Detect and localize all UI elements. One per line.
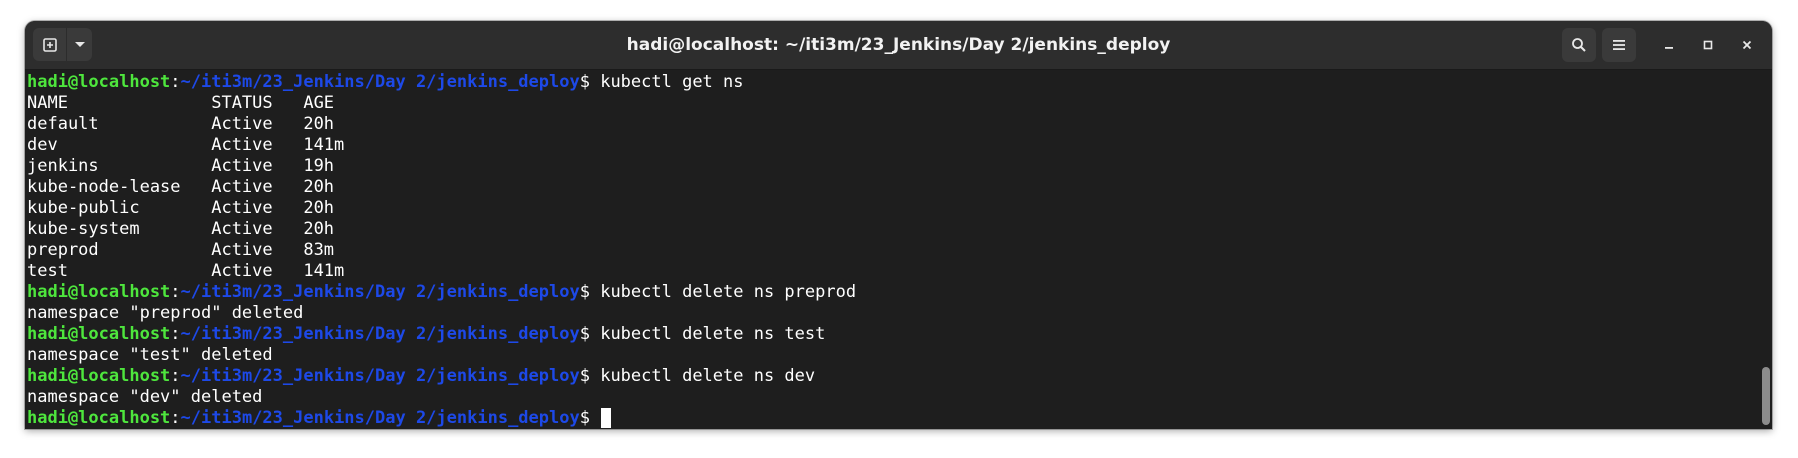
prompt-path: ~/iti3m/23_Jenkins/Day 2/jenkins_deploy — [180, 366, 580, 386]
prompt-line-active[interactable]: hadi@localhost:~/iti3m/23_Jenkins/Day 2/… — [27, 408, 612, 429]
window-title: hadi@localhost: ~/iti3m/23_Jenkins/Day 2… — [626, 35, 1171, 55]
hamburger-menu-icon — [1613, 40, 1625, 50]
prompt-path: ~/iti3m/23_Jenkins/Day 2/jenkins_deploy — [180, 324, 580, 344]
prompt-separator: : — [170, 408, 181, 428]
prompt-user-host: hadi@localhost — [27, 72, 171, 92]
menu-button[interactable] — [1602, 28, 1636, 62]
prompt-separator: : — [170, 324, 181, 344]
namespace-row: default Active 20h — [27, 114, 335, 134]
new-tab-button-group — [33, 28, 92, 61]
prompt-line: hadi@localhost:~/iti3m/23_Jenkins/Day 2/… — [27, 282, 856, 303]
prompt-path: ~/iti3m/23_Jenkins/Day 2/jenkins_deploy — [180, 282, 580, 302]
prompt-symbol: $ — [579, 282, 601, 302]
scrollbar-thumb[interactable] — [1762, 367, 1770, 425]
minimize-icon — [1665, 47, 1673, 49]
namespace-row: jenkins Active 19h — [27, 156, 335, 176]
chevron-down-icon — [74, 41, 85, 47]
namespace-row: kube-node-lease Active 20h — [27, 177, 335, 197]
prompt-line: hadi@localhost:~/iti3m/23_Jenkins/Day 2/… — [27, 366, 815, 387]
prompt-symbol: $ — [579, 408, 601, 428]
prompt-separator: : — [170, 282, 181, 302]
prompt-user-host: hadi@localhost — [27, 408, 171, 428]
close-icon — [1742, 40, 1752, 50]
prompt-symbol: $ — [579, 72, 601, 92]
prompt-user-host: hadi@localhost — [27, 324, 171, 344]
new-tab-icon — [42, 37, 57, 52]
minimize-button[interactable] — [1656, 32, 1682, 58]
command-text: kubectl delete ns preprod — [600, 282, 857, 302]
namespace-row: preprod Active 83m — [27, 240, 335, 260]
prompt-line: hadi@localhost:~/iti3m/23_Jenkins/Day 2/… — [27, 324, 825, 345]
prompt-line: hadi@localhost:~/iti3m/23_Jenkins/Day 2/… — [27, 72, 744, 93]
scrollbar[interactable] — [1758, 70, 1772, 429]
search-icon — [1572, 38, 1586, 52]
new-tab-button[interactable] — [33, 28, 67, 61]
tab-menu-button[interactable] — [67, 28, 92, 61]
prompt-user-host: hadi@localhost — [27, 366, 171, 386]
prompt-separator: : — [170, 72, 181, 92]
terminal-window: hadi@localhost: ~/iti3m/23_Jenkins/Day 2… — [25, 21, 1772, 429]
prompt-symbol: $ — [579, 366, 601, 386]
prompt-user-host: hadi@localhost — [27, 282, 171, 302]
text-cursor — [601, 408, 612, 428]
close-button[interactable] — [1734, 32, 1760, 58]
prompt-separator: : — [170, 366, 181, 386]
header-bar: hadi@localhost: ~/iti3m/23_Jenkins/Day 2… — [25, 21, 1772, 70]
namespace-row: test Active 141m — [27, 261, 345, 281]
command-text: kubectl get ns — [600, 72, 744, 92]
maximize-icon — [1703, 40, 1713, 50]
command-output: namespace "dev" deleted — [27, 387, 263, 407]
namespace-row: kube-public Active 20h — [27, 198, 335, 218]
command-text: kubectl delete ns test — [600, 324, 826, 344]
command-text: kubectl delete ns dev — [600, 366, 816, 386]
prompt-symbol: $ — [579, 324, 601, 344]
maximize-button[interactable] — [1695, 32, 1721, 58]
command-output: namespace "test" deleted — [27, 345, 273, 365]
search-button[interactable] — [1562, 28, 1596, 62]
namespace-row: kube-system Active 20h — [27, 219, 335, 239]
terminal-output[interactable]: hadi@localhost:~/iti3m/23_Jenkins/Day 2/… — [25, 70, 1758, 429]
prompt-path: ~/iti3m/23_Jenkins/Day 2/jenkins_deploy — [180, 72, 580, 92]
prompt-path: ~/iti3m/23_Jenkins/Day 2/jenkins_deploy — [180, 408, 580, 428]
namespace-row: dev Active 141m — [27, 135, 345, 155]
command-output: namespace "preprod" deleted — [27, 303, 304, 323]
table-header: NAME STATUS AGE — [27, 93, 335, 113]
